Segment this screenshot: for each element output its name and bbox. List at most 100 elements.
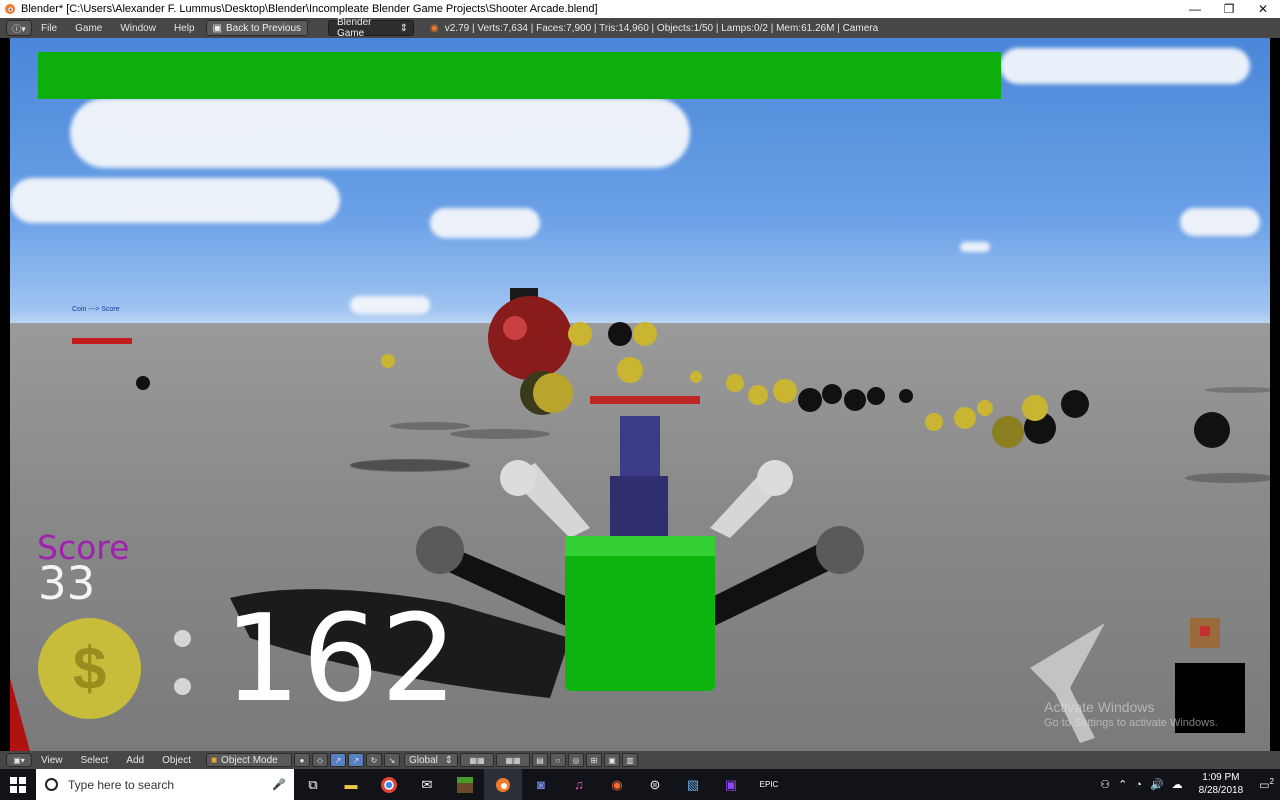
circle-icon: ○ bbox=[555, 755, 561, 765]
snap-button[interactable]: ◎ bbox=[568, 753, 584, 767]
menu-add[interactable]: Add bbox=[117, 755, 153, 766]
coin-score-note: Coin ---> Score bbox=[72, 306, 120, 313]
coin-count: 162 bbox=[224, 590, 460, 729]
onedrive-icon[interactable]: ☁ bbox=[1172, 778, 1183, 791]
lock-camera-button[interactable]: ▤ bbox=[532, 753, 548, 767]
proportional-edit-button[interactable]: ○ bbox=[550, 753, 566, 767]
info-icon: ⓘ▾ bbox=[12, 23, 26, 34]
rotate-icon: ↻ bbox=[370, 755, 378, 765]
chevron-up-icon[interactable]: ⌃ bbox=[1118, 778, 1127, 791]
discord-icon[interactable]: ◙ bbox=[522, 769, 560, 800]
people-icon[interactable]: ⚇ bbox=[1100, 778, 1110, 791]
mode-value: Object Mode bbox=[221, 754, 278, 766]
minecraft-icon[interactable] bbox=[446, 769, 484, 800]
menu-file[interactable]: File bbox=[32, 23, 66, 34]
menu-object[interactable]: Object bbox=[153, 755, 200, 766]
layers-icon: ▦▦ bbox=[505, 755, 521, 765]
layers-button[interactable]: ▦▦ bbox=[460, 753, 494, 767]
manipulator-icon: ↗ bbox=[334, 755, 342, 765]
colon-separator bbox=[174, 630, 192, 700]
steam-icon[interactable]: ⊜ bbox=[636, 769, 674, 800]
updown-arrow-icon: ⇕ bbox=[444, 754, 453, 766]
layers-icon: ▦▦ bbox=[469, 755, 485, 765]
microphone-icon[interactable]: 🎤 bbox=[272, 778, 286, 791]
cube-icon: ■ bbox=[211, 754, 218, 766]
chrome-icon[interactable] bbox=[370, 769, 408, 800]
camera-icon: ▣ bbox=[608, 755, 616, 765]
health-bar bbox=[38, 52, 1001, 99]
back-to-previous-button[interactable]: ▣ Back to Previous bbox=[205, 20, 309, 36]
start-button[interactable] bbox=[0, 769, 36, 800]
transform-orientation-select[interactable]: Global ⇕ bbox=[404, 753, 458, 767]
menu-view[interactable]: View bbox=[32, 755, 72, 766]
clock[interactable]: 1:09 PM 8/28/2018 bbox=[1191, 772, 1252, 797]
menu-help[interactable]: Help bbox=[165, 23, 204, 34]
minimize-button[interactable]: — bbox=[1178, 0, 1212, 18]
task-view-icon[interactable]: ⧉ bbox=[294, 769, 332, 800]
opengl-render-button[interactable]: ▥ bbox=[622, 753, 638, 767]
pivot-button[interactable]: ◇ bbox=[312, 753, 328, 767]
scale-icon: ↘ bbox=[388, 755, 396, 765]
window-titlebar: Blender* [C:\Users\Alexander F. Lummus\D… bbox=[0, 0, 1280, 18]
score-value: 33 bbox=[38, 557, 96, 610]
interaction-mode-select[interactable]: ■ Object Mode bbox=[206, 753, 292, 767]
itunes-icon[interactable]: ♫ bbox=[560, 769, 598, 800]
epic-games-icon[interactable]: EPIC bbox=[750, 769, 788, 800]
scene-objects bbox=[10, 288, 1270, 751]
blender-logo-icon bbox=[3, 2, 17, 16]
taskbar-search[interactable]: Type here to search 🎤 bbox=[36, 769, 294, 800]
menu-game[interactable]: Game bbox=[66, 23, 111, 34]
mail-icon[interactable]: ✉ bbox=[408, 769, 446, 800]
shading-button[interactable]: ● bbox=[294, 753, 310, 767]
clock-time: 1:09 PM bbox=[1202, 772, 1240, 783]
editor-type-button[interactable]: ⓘ▾ bbox=[6, 20, 32, 36]
viewport-header: ▣▾ View Select Add Object ■ Object Mode … bbox=[0, 751, 1280, 769]
coin-icon: $ bbox=[38, 618, 141, 719]
rotate-button[interactable]: ↻ bbox=[366, 753, 382, 767]
windows-taskbar: Type here to search 🎤 ⧉ ▬ ✉ ◙ ♫ ◉ ⊜ ▧ ▣ … bbox=[0, 769, 1280, 800]
manipulator-toggle[interactable]: ↗ bbox=[330, 753, 346, 767]
magnet-icon: ◎ bbox=[572, 755, 580, 765]
translate-button[interactable]: ↗ bbox=[348, 753, 364, 767]
menu-select[interactable]: Select bbox=[72, 755, 118, 766]
origin-icon[interactable]: ◉ bbox=[598, 769, 636, 800]
clock-date: 8/28/2018 bbox=[1198, 784, 1244, 796]
render-engine-value: Blender Game bbox=[337, 17, 372, 39]
scale-button[interactable]: ↘ bbox=[384, 753, 400, 767]
file-explorer-icon[interactable]: ▬ bbox=[332, 769, 370, 800]
blender-small-logo-icon: ◉ bbox=[430, 22, 439, 34]
snap-element-button[interactable]: ⊞ bbox=[586, 753, 602, 767]
updown-arrow-icon: ⇕ bbox=[399, 22, 409, 34]
scene-stats: ◉ v2.79 | Verts:7,634 | Faces:7,900 | Tr… bbox=[430, 23, 878, 34]
render-button[interactable]: ▣ bbox=[604, 753, 620, 767]
game-viewport[interactable]: Coin ---> Score Score 33 $ 162 Activate … bbox=[10, 38, 1270, 751]
maximize-button[interactable]: ❐ bbox=[1212, 0, 1246, 18]
snap-icon: ⊞ bbox=[590, 755, 598, 765]
twitch-icon[interactable]: ▣ bbox=[712, 769, 750, 800]
film-icon: ▥ bbox=[626, 755, 634, 765]
window-title: Blender* [C:\Users\Alexander F. Lummus\D… bbox=[21, 3, 598, 15]
cortana-icon bbox=[45, 778, 58, 791]
watermark-subtitle: Go to Settings to activate Windows. bbox=[1044, 717, 1218, 730]
layers-button[interactable]: ▦▦ bbox=[496, 753, 530, 767]
notifications-icon[interactable]: ▭2 bbox=[1259, 777, 1274, 792]
3d-view-icon: ▣▾ bbox=[13, 755, 25, 765]
close-button[interactable]: ✕ bbox=[1246, 0, 1280, 18]
activate-windows-watermark: Activate Windows Go to Settings to activ… bbox=[1044, 698, 1218, 730]
photos-icon[interactable]: ▧ bbox=[674, 769, 712, 800]
editor-type-button[interactable]: ▣▾ bbox=[6, 753, 32, 767]
search-placeholder: Type here to search bbox=[68, 777, 175, 792]
sphere-icon: ● bbox=[299, 755, 305, 765]
network-icon[interactable]: ◔ bbox=[1135, 779, 1142, 791]
pivot-icon: ◇ bbox=[316, 755, 324, 765]
screen-icon: ▣ bbox=[212, 22, 222, 34]
watermark-title: Activate Windows bbox=[1044, 699, 1155, 715]
blender-icon[interactable] bbox=[484, 769, 522, 800]
lock-icon: ▤ bbox=[536, 755, 544, 765]
volume-icon[interactable]: 🔊 bbox=[1150, 778, 1164, 791]
orientation-value: Global bbox=[409, 754, 438, 766]
coin-symbol: $ bbox=[72, 635, 107, 702]
windows-logo-icon bbox=[10, 776, 26, 793]
render-engine-select[interactable]: Blender Game ⇕ bbox=[328, 17, 415, 39]
menu-window[interactable]: Window bbox=[111, 23, 165, 34]
